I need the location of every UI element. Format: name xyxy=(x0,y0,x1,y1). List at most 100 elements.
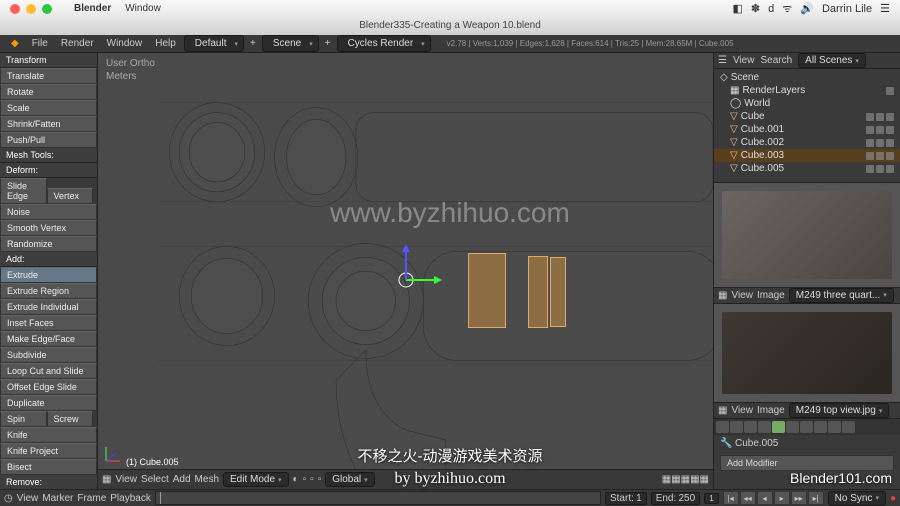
timeline-marker-menu[interactable]: Marker xyxy=(42,493,73,504)
cursor-icon[interactable] xyxy=(876,113,884,121)
mode-dropdown[interactable]: Edit Mode xyxy=(223,472,289,487)
jump-start-icon[interactable]: |◂ xyxy=(723,491,739,505)
timeline-view-menu[interactable]: View xyxy=(17,493,39,504)
extrude-individual-button[interactable]: Extrude Individual xyxy=(0,299,97,315)
extrude-region-button[interactable]: Extrude Region xyxy=(0,283,97,299)
material-tab-icon[interactable] xyxy=(800,421,813,433)
object-tab-icon[interactable] xyxy=(758,421,771,433)
play-reverse-icon[interactable]: ◂ xyxy=(757,491,773,505)
keyframe-prev-icon[interactable]: ◂◂ xyxy=(740,491,756,505)
physics-tab-icon[interactable] xyxy=(842,421,855,433)
outliner-filter[interactable]: All Scenes xyxy=(798,53,866,68)
texture-tab-icon[interactable] xyxy=(814,421,827,433)
view-menu[interactable]: View xyxy=(115,474,137,485)
mesh-menu[interactable]: Mesh xyxy=(195,474,219,485)
layers-widget[interactable]: ▦▦▦▦▦ xyxy=(662,474,709,485)
wifi-icon[interactable]: ᯤ xyxy=(782,1,792,16)
img-image-menu[interactable]: Image xyxy=(757,405,785,416)
push-pull-button[interactable]: Push/Pull xyxy=(0,132,97,148)
keyframe-next-icon[interactable]: ▸▸ xyxy=(791,491,807,505)
end-frame-field[interactable]: End: 250 xyxy=(651,492,701,505)
volume-icon[interactable]: 🔊 xyxy=(800,2,814,15)
img-view-menu[interactable]: View xyxy=(731,405,753,416)
menu-help[interactable]: Help xyxy=(150,37,181,50)
scale-button[interactable]: Scale xyxy=(0,100,97,116)
spotlight-icon[interactable]: ☰ xyxy=(880,2,890,15)
panel-remove[interactable]: Remove: xyxy=(0,475,97,489)
timeline-playback-menu[interactable]: Playback xyxy=(110,493,151,504)
panel-add[interactable]: Add: xyxy=(0,252,97,267)
rotate-button[interactable]: Rotate xyxy=(0,84,97,100)
translate-button[interactable]: Translate xyxy=(0,68,97,84)
menu-file[interactable]: File xyxy=(27,37,53,50)
add-modifier-button[interactable]: Add Modifier xyxy=(720,455,894,471)
noise-button[interactable]: Noise xyxy=(0,204,97,220)
duplicate-button[interactable]: Duplicate xyxy=(0,395,97,411)
img-view-menu[interactable]: View xyxy=(731,290,753,301)
offset-edge-button[interactable]: Offset Edge Slide xyxy=(0,379,97,395)
orientation-dropdown[interactable]: Global xyxy=(325,472,374,487)
add-menu[interactable]: Add xyxy=(173,474,191,485)
vertex-button[interactable]: Vertex xyxy=(47,188,94,204)
add-scene-button[interactable]: + xyxy=(322,38,334,49)
bisect-button[interactable]: Bisect xyxy=(0,459,97,475)
jump-end-icon[interactable]: ▸| xyxy=(808,491,824,505)
sync-dropdown[interactable]: No Sync xyxy=(828,491,886,506)
close-icon[interactable] xyxy=(10,4,20,14)
scene-dropdown[interactable]: Scene xyxy=(262,35,319,52)
editor-type-icon[interactable]: ▦ xyxy=(718,405,727,416)
inset-faces-button[interactable]: Inset Faces xyxy=(0,315,97,331)
image-view[interactable] xyxy=(714,304,900,402)
panel-transform[interactable]: Transform xyxy=(0,53,97,68)
modifier-tab-icon[interactable] xyxy=(772,421,785,433)
mac-menu-window[interactable]: Window xyxy=(125,3,161,14)
3d-viewport[interactable]: User Ortho Meters xyxy=(98,53,714,489)
smooth-vertex-button[interactable]: Smooth Vertex xyxy=(0,220,97,236)
subdivide-button[interactable]: Subdivide xyxy=(0,347,97,363)
scene-tab-icon[interactable] xyxy=(730,421,743,433)
timeline-frame-menu[interactable]: Frame xyxy=(77,493,106,504)
camera-icon[interactable] xyxy=(886,113,894,121)
menu-window[interactable]: Window xyxy=(102,37,148,50)
img-image-menu[interactable]: Image xyxy=(757,290,785,301)
restrict-icon[interactable] xyxy=(886,87,894,95)
outliner-search-menu[interactable]: Search xyxy=(760,55,792,66)
randomize-button[interactable]: Randomize xyxy=(0,236,97,252)
render-tab-icon[interactable] xyxy=(716,421,729,433)
spin-button[interactable]: Spin xyxy=(0,411,47,427)
layout-dropdown[interactable]: Default xyxy=(184,35,244,52)
engine-dropdown[interactable]: Cycles Render xyxy=(337,35,431,52)
outliner-tree[interactable]: ◇Scene ▦RenderLayers ◯World ▽Cube ▽Cube.… xyxy=(714,69,900,182)
image-name-dropdown[interactable]: M249 top view.jpg xyxy=(789,403,890,418)
world-tab-icon[interactable] xyxy=(744,421,757,433)
editor-type-icon[interactable]: ▦ xyxy=(102,474,111,485)
eye-icon[interactable] xyxy=(866,113,874,121)
start-frame-field[interactable]: Start: 1 xyxy=(605,492,647,505)
minimize-icon[interactable] xyxy=(26,4,36,14)
knife-project-button[interactable]: Knife Project xyxy=(0,443,97,459)
menu-render[interactable]: Render xyxy=(56,37,99,50)
panel-deform[interactable]: Deform: xyxy=(0,163,97,178)
add-layout-button[interactable]: + xyxy=(247,38,259,49)
current-frame-field[interactable]: 1 xyxy=(704,493,718,504)
user-name[interactable]: Darrin Lile xyxy=(822,3,872,15)
select-mode-edge-icon[interactable]: ▫ xyxy=(310,474,314,485)
make-edge-face-button[interactable]: Make Edge/Face xyxy=(0,331,97,347)
app-name[interactable]: Blender xyxy=(74,3,111,14)
image-view[interactable] xyxy=(714,183,900,287)
select-menu[interactable]: Select xyxy=(141,474,169,485)
loop-cut-button[interactable]: Loop Cut and Slide xyxy=(0,363,97,379)
extrude-button[interactable]: Extrude xyxy=(0,267,97,283)
shading-icon[interactable]: ◐ xyxy=(293,474,299,485)
fullscreen-icon[interactable] xyxy=(42,4,52,14)
slide-edge-button[interactable]: Slide Edge xyxy=(0,178,47,204)
play-icon[interactable]: ▸ xyxy=(774,491,790,505)
data-tab-icon[interactable] xyxy=(786,421,799,433)
image-name-dropdown[interactable]: M249 three quart... xyxy=(789,288,894,303)
particles-tab-icon[interactable] xyxy=(828,421,841,433)
editor-type-icon[interactable]: ☰ xyxy=(718,55,727,66)
outliner-view-menu[interactable]: View xyxy=(733,55,755,66)
knife-button[interactable]: Knife xyxy=(0,427,97,443)
editor-type-icon[interactable]: ◷ xyxy=(4,493,13,504)
shrink-fatten-button[interactable]: Shrink/Fatten xyxy=(0,116,97,132)
